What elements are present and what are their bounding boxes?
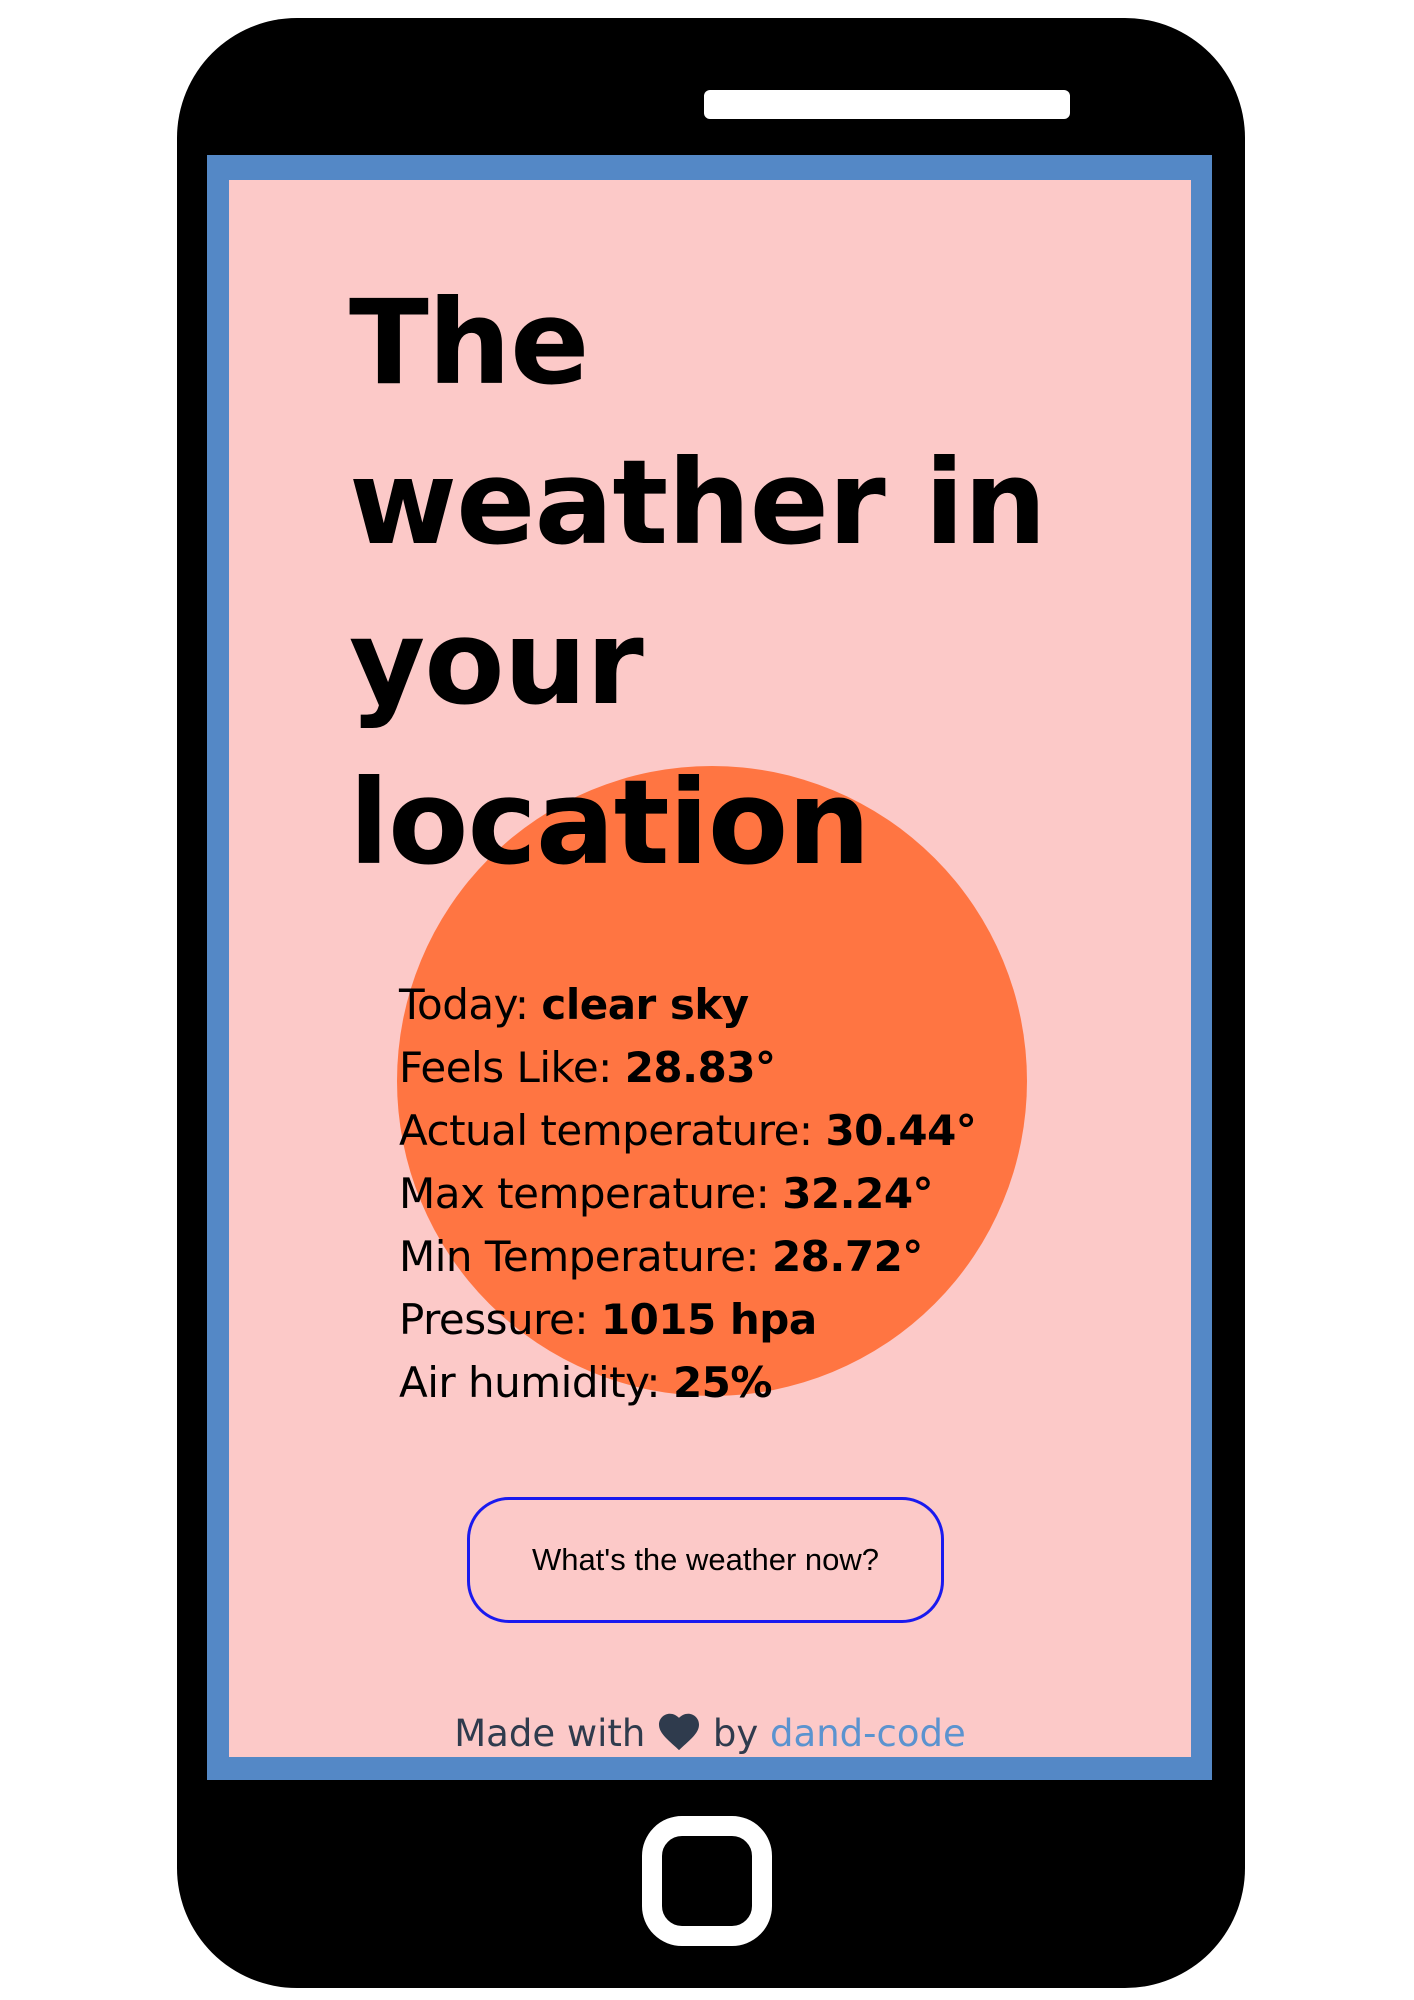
- weather-max-temperature: Max temperature: 32.24°: [399, 1162, 976, 1225]
- weather-min-temperature: Min Temperature: 28.72°: [399, 1225, 976, 1288]
- weather-today: Today: clear sky: [399, 973, 976, 1036]
- min-temperature-label: Min Temperature:: [399, 1232, 760, 1281]
- actual-temperature-value: 30.44°: [825, 1106, 977, 1155]
- title-line-4: location: [349, 754, 870, 891]
- pressure-value: 1015 hpa: [600, 1295, 817, 1344]
- actual-temperature-label: Actual temperature:: [399, 1106, 813, 1155]
- feels-like-value: 28.83°: [624, 1043, 776, 1092]
- author-link[interactable]: dand-code: [770, 1712, 966, 1755]
- feels-like-label: Feels Like:: [399, 1043, 612, 1092]
- pressure-label: Pressure:: [399, 1295, 589, 1344]
- humidity-value: 25%: [672, 1358, 773, 1407]
- weather-humidity: Air humidity: 25%: [399, 1351, 976, 1414]
- today-label: Today:: [399, 980, 529, 1029]
- humidity-label: Air humidity:: [399, 1358, 661, 1407]
- title-line-1: The: [349, 274, 589, 411]
- title-line-3: your: [349, 594, 644, 731]
- heart-icon: [659, 1713, 700, 1751]
- page-title: The weather in your location: [349, 263, 1109, 903]
- app-screen: The weather in your location Today: clea…: [229, 180, 1191, 1757]
- title-line-2: weather in: [349, 434, 1047, 571]
- weather-feels-like: Feels Like: 28.83°: [399, 1036, 976, 1099]
- max-temperature-label: Max temperature:: [399, 1169, 770, 1218]
- min-temperature-value: 28.72°: [771, 1232, 923, 1281]
- home-button[interactable]: [642, 1816, 772, 1946]
- today-value: clear sky: [541, 980, 749, 1029]
- weather-details: Today: clear sky Feels Like: 28.83° Actu…: [399, 973, 977, 1414]
- weather-pressure: Pressure: 1015 hpa: [399, 1288, 976, 1351]
- weather-actual-temperature: Actual temperature: 30.44°: [399, 1099, 977, 1162]
- footer: Made with by dand-code: [229, 1710, 1191, 1757]
- weather-now-button[interactable]: What's the weather now?: [467, 1497, 944, 1623]
- footer-made-with: Made with: [454, 1712, 646, 1755]
- phone-speaker: [704, 90, 1070, 119]
- footer-by: by: [712, 1712, 759, 1755]
- max-temperature-value: 32.24°: [782, 1169, 934, 1218]
